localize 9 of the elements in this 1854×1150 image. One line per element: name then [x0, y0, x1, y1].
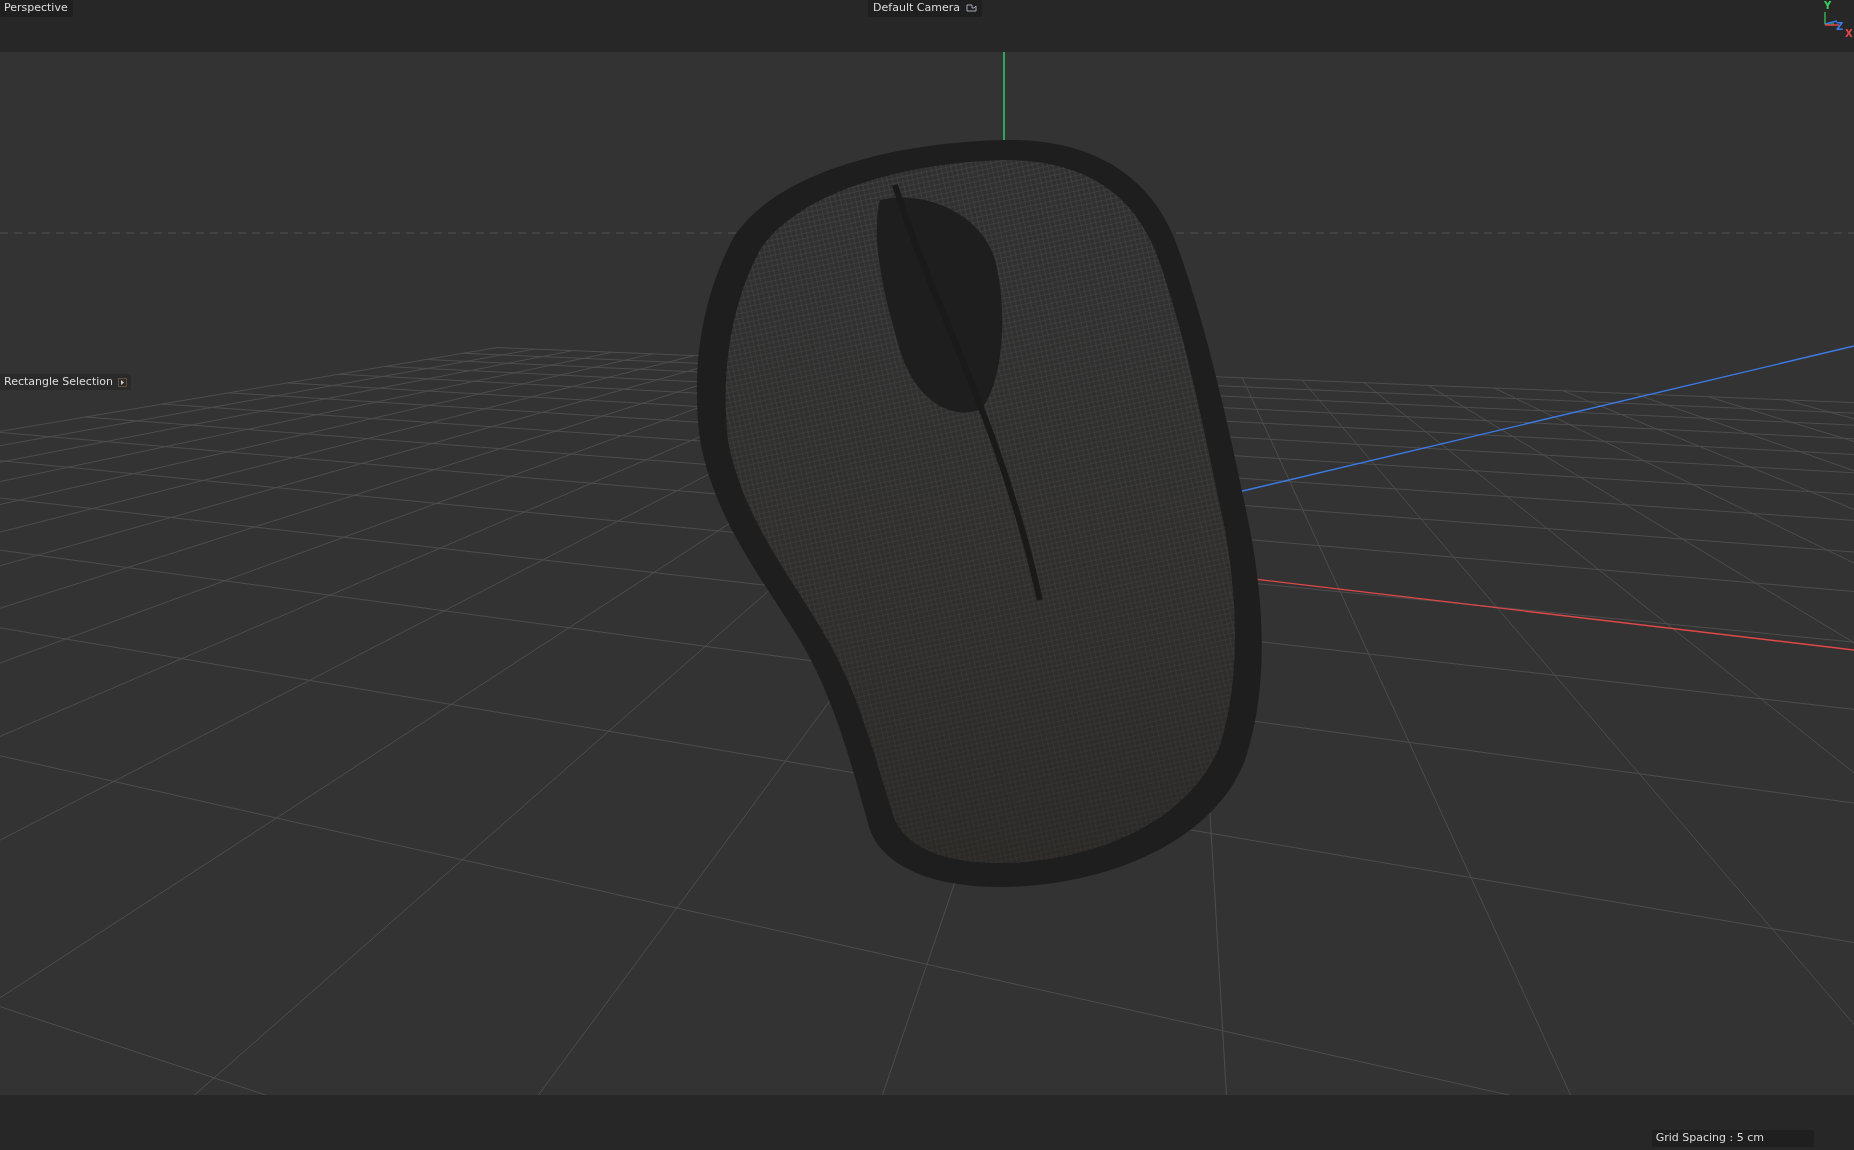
- grid-spacing-label: Grid Spacing : 5 cm: [1651, 1130, 1814, 1147]
- camera-icon: [965, 3, 977, 13]
- axis-letter: Y: [1824, 1, 1832, 11]
- axis-letter: X: [1845, 29, 1853, 39]
- tool-selector[interactable]: Rectangle Selection: [0, 374, 131, 390]
- expand-icon: [118, 377, 127, 387]
- camera-selector[interactable]: Default Camera: [868, 0, 982, 17]
- axis-letter: Z: [1836, 22, 1844, 32]
- view-name-label[interactable]: Perspective: [0, 0, 73, 17]
